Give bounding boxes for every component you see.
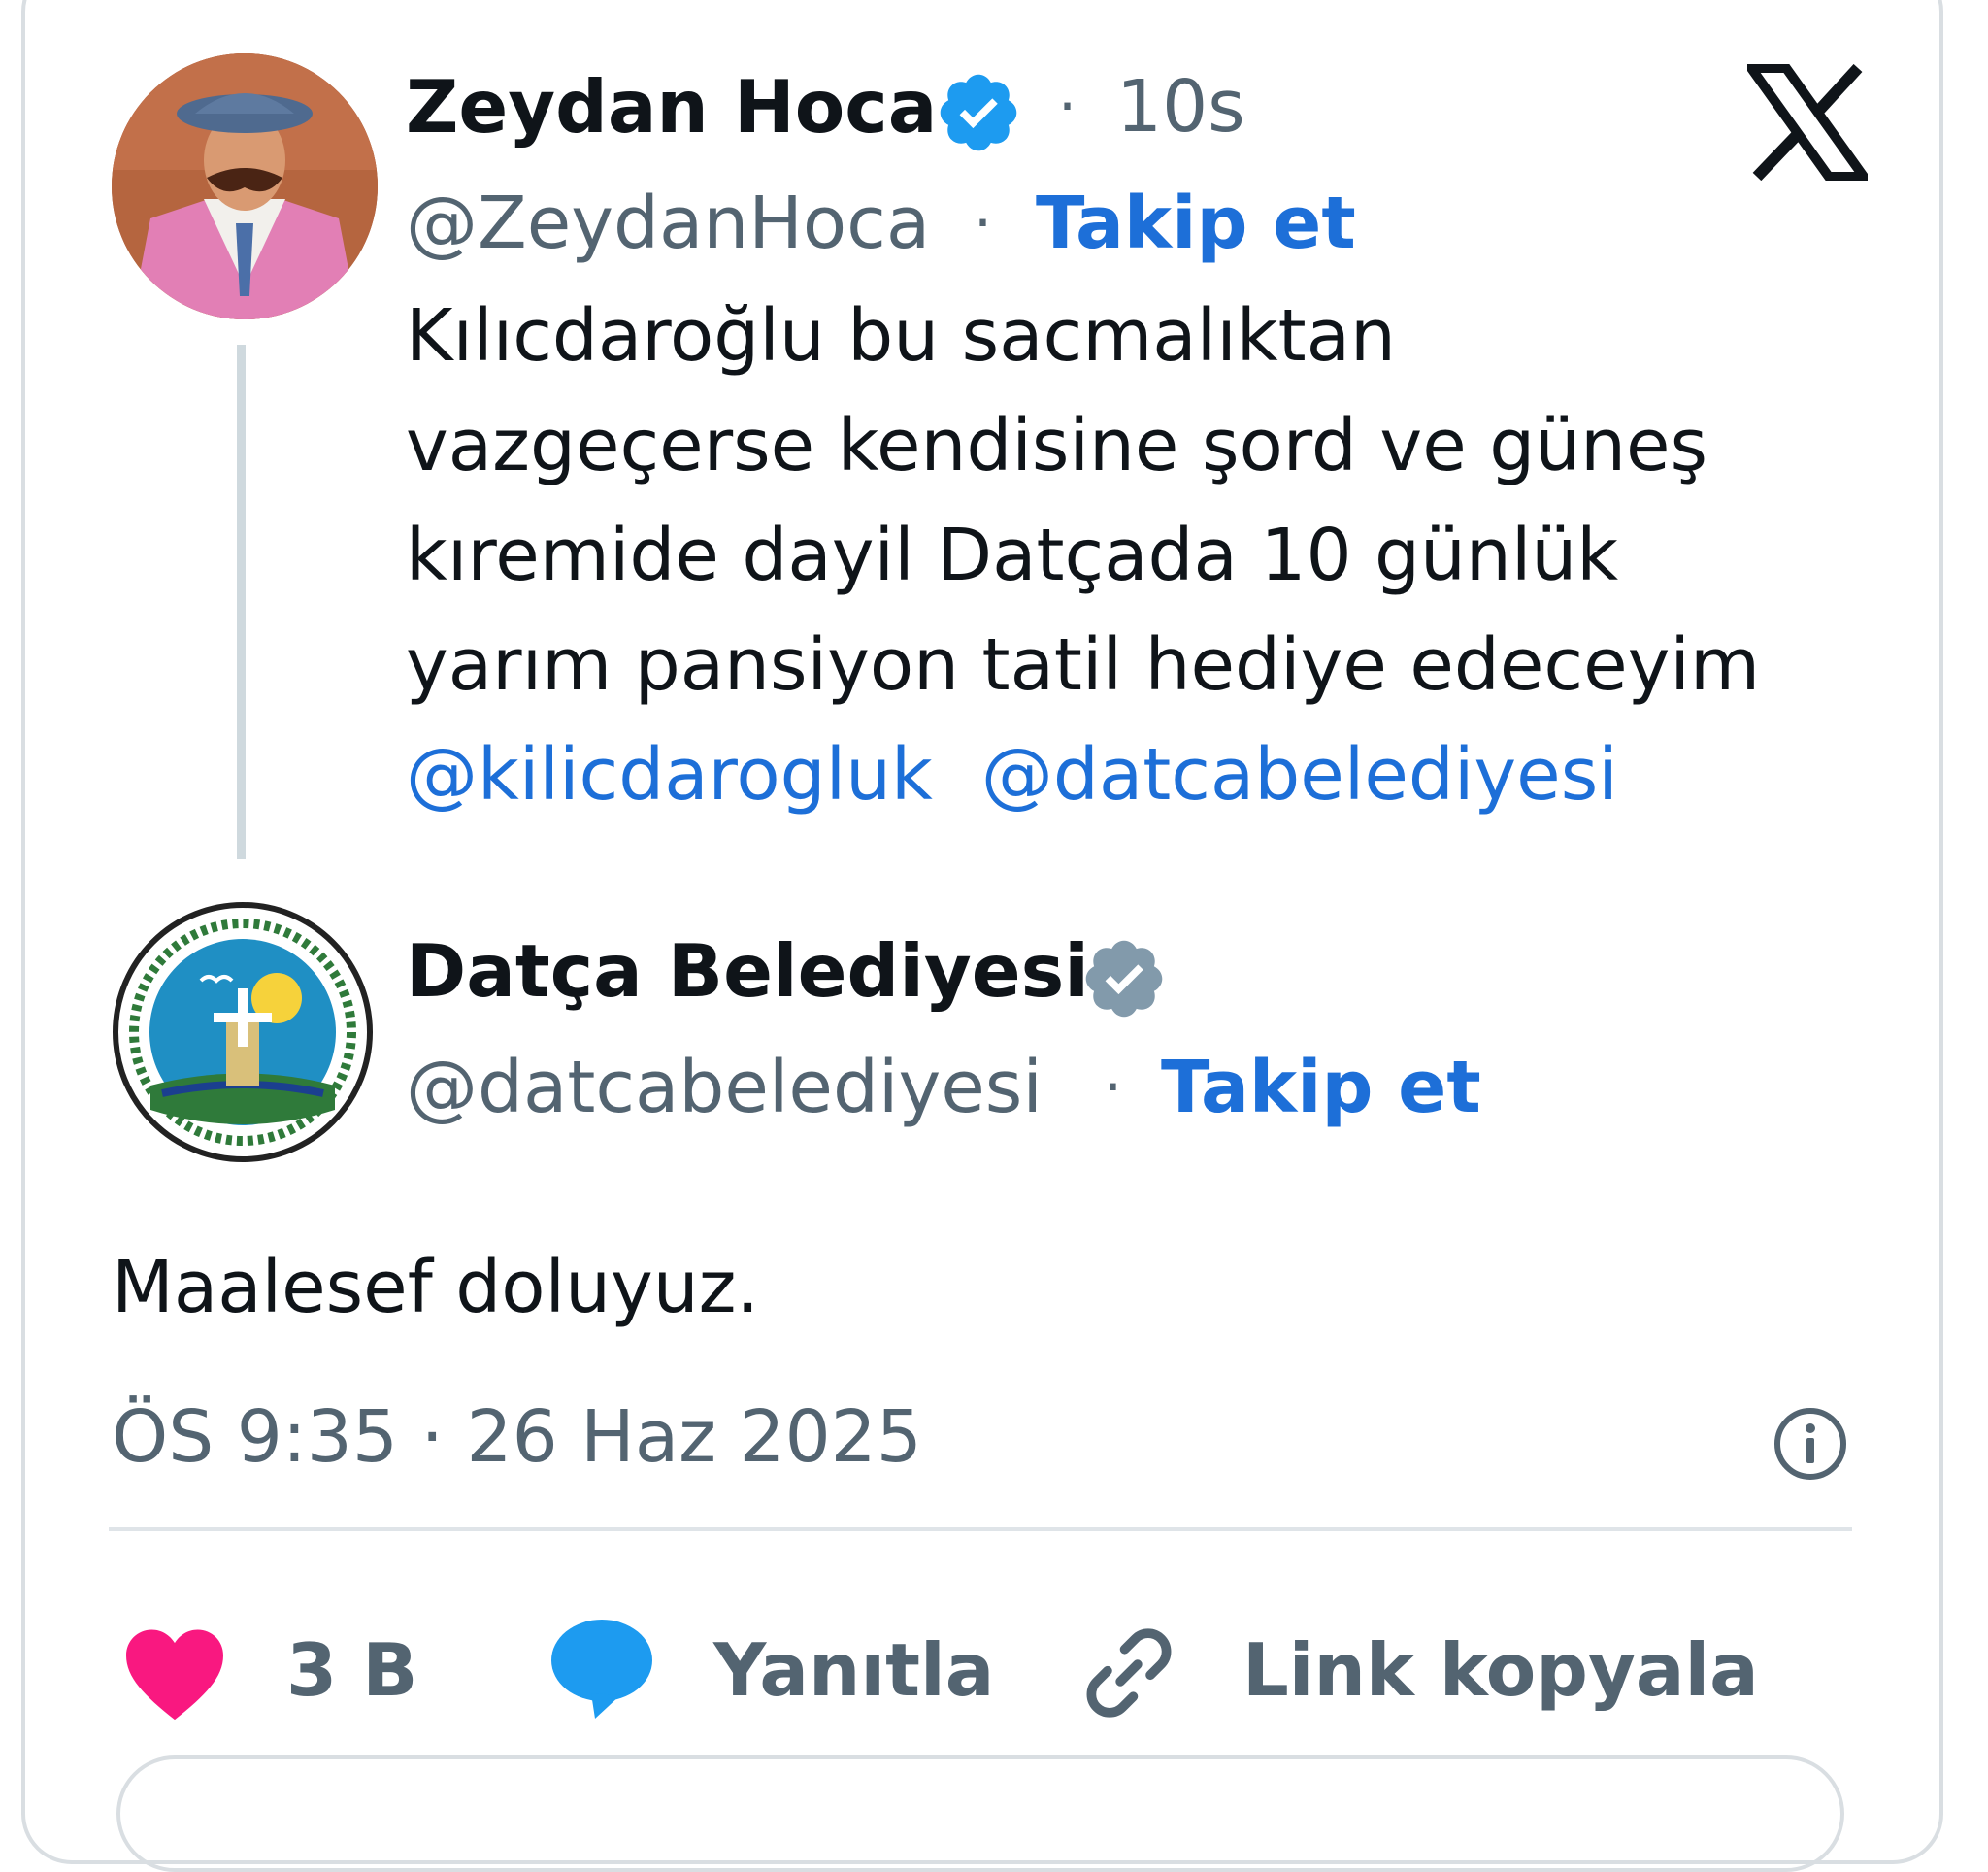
copy-link-label: Link kopyala — [1242, 1627, 1759, 1713]
quoted-tweet-text: Kılıcdaroğlu bu sacmalıktan vazgeçerse k… — [406, 282, 1760, 830]
datca-belediyesi-avatar[interactable] — [112, 901, 374, 1163]
thread-connector-line — [237, 345, 246, 859]
verified-badge-icon — [940, 74, 1017, 151]
handle-separator: · — [974, 189, 993, 257]
mention-link[interactable]: @kilicdarogluk — [406, 733, 933, 817]
follow-zeydan-button[interactable]: Takip et — [1036, 180, 1356, 267]
reply-author-name[interactable]: Datça Belediyesi — [406, 927, 1089, 1015]
copy-link-button[interactable]: Link kopyala — [1077, 1612, 1759, 1728]
quoted-author-handle[interactable]: @ZeydanHoca — [406, 180, 930, 267]
mention-link[interactable]: @datcabelediyesi — [981, 733, 1618, 817]
tweet-text-line: Kılıcdaroğlu bu sacmalıktan — [406, 294, 1396, 378]
verified-badge-icon — [1085, 940, 1163, 1018]
tweet-text-line: kıremide dayil Datçada 10 günlük — [406, 514, 1619, 597]
header-separator: · — [1058, 73, 1077, 141]
like-button[interactable]: 3 B — [121, 1617, 442, 1723]
reply-tweet-text: Maalesef doluyuz. — [112, 1246, 760, 1329]
speech-bubble-icon — [551, 1620, 652, 1719]
like-count: 3 B — [286, 1627, 418, 1713]
divider — [109, 1527, 1852, 1531]
reply-label: Yanıtla — [713, 1627, 995, 1713]
tweet-timestamp[interactable]: ÖS 9:35 · 26 Haz 2025 — [112, 1393, 922, 1481]
tweet-text-line: yarım pansiyon tatil hediye edeceyim — [406, 623, 1761, 707]
reply-button[interactable]: Yanıtla — [548, 1612, 994, 1728]
reply-author-handle[interactable]: @datcabelediyesi — [406, 1044, 1043, 1131]
follow-datca-button[interactable]: Takip et — [1161, 1044, 1481, 1131]
handle-separator: · — [1104, 1053, 1123, 1121]
link-icon — [1086, 1628, 1172, 1718]
tweet-text-line: vazgeçerse kendisine şord ve güneş — [406, 404, 1708, 487]
quoted-author-name[interactable]: Zeydan Hoca — [406, 63, 937, 150]
x-logo-icon[interactable] — [1747, 64, 1868, 181]
quoted-time-ago[interactable]: 10s — [1116, 63, 1245, 150]
zeydan-hoca-avatar[interactable] — [112, 53, 378, 319]
info-icon[interactable] — [1772, 1405, 1849, 1483]
read-replies-box[interactable] — [116, 1755, 1844, 1872]
heart-icon — [126, 1629, 223, 1721]
